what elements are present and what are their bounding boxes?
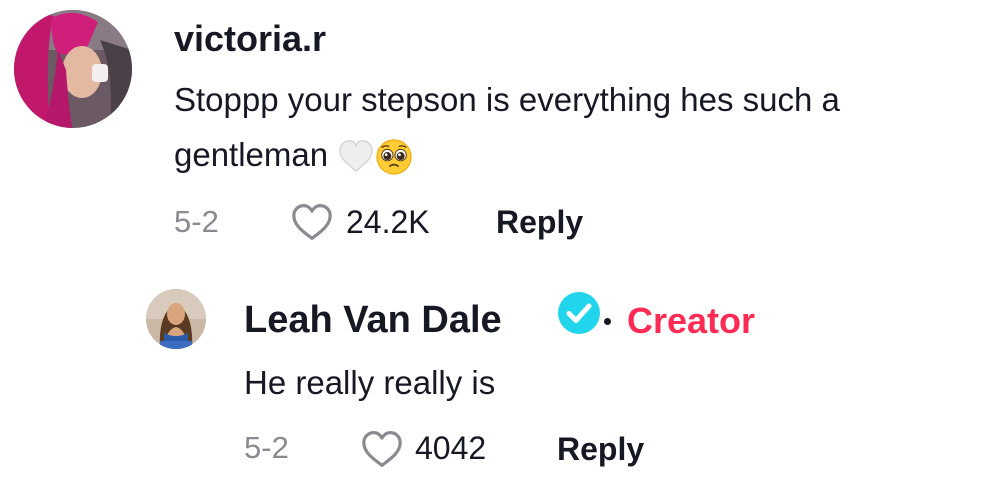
reply-like-count: 4042 (415, 430, 487, 466)
reply-date: 5-2 (244, 430, 289, 465)
commenter-avatar-image (14, 10, 132, 128)
reply-reply-button[interactable]: Reply (557, 429, 644, 469)
commenter-username[interactable]: victoria.r (174, 14, 326, 64)
creator-username[interactable]: Leah Van Dale (244, 294, 502, 346)
comment-reply-button[interactable]: Reply (496, 202, 583, 242)
heart-icon[interactable] (360, 429, 404, 469)
creator-badge: Creator (627, 300, 756, 341)
heart-icon[interactable] (290, 202, 334, 242)
creator-avatar-image (146, 289, 206, 349)
creator-avatar[interactable] (146, 289, 206, 349)
verified-badge-icon (556, 290, 602, 336)
comment-like-count: 24.2K (346, 204, 430, 240)
comment-text: Stoppp your stepson is everything hes su… (174, 81, 840, 173)
reply-text: He really really is (244, 364, 496, 401)
commenter-avatar[interactable] (14, 10, 132, 128)
pleading-face-icon (375, 138, 413, 176)
comment-date: 5-2 (174, 204, 219, 239)
comment-text-block: Stoppp your stepson is everything hes su… (174, 72, 974, 182)
separator-dot (604, 318, 611, 325)
white-heart-icon (337, 138, 375, 176)
